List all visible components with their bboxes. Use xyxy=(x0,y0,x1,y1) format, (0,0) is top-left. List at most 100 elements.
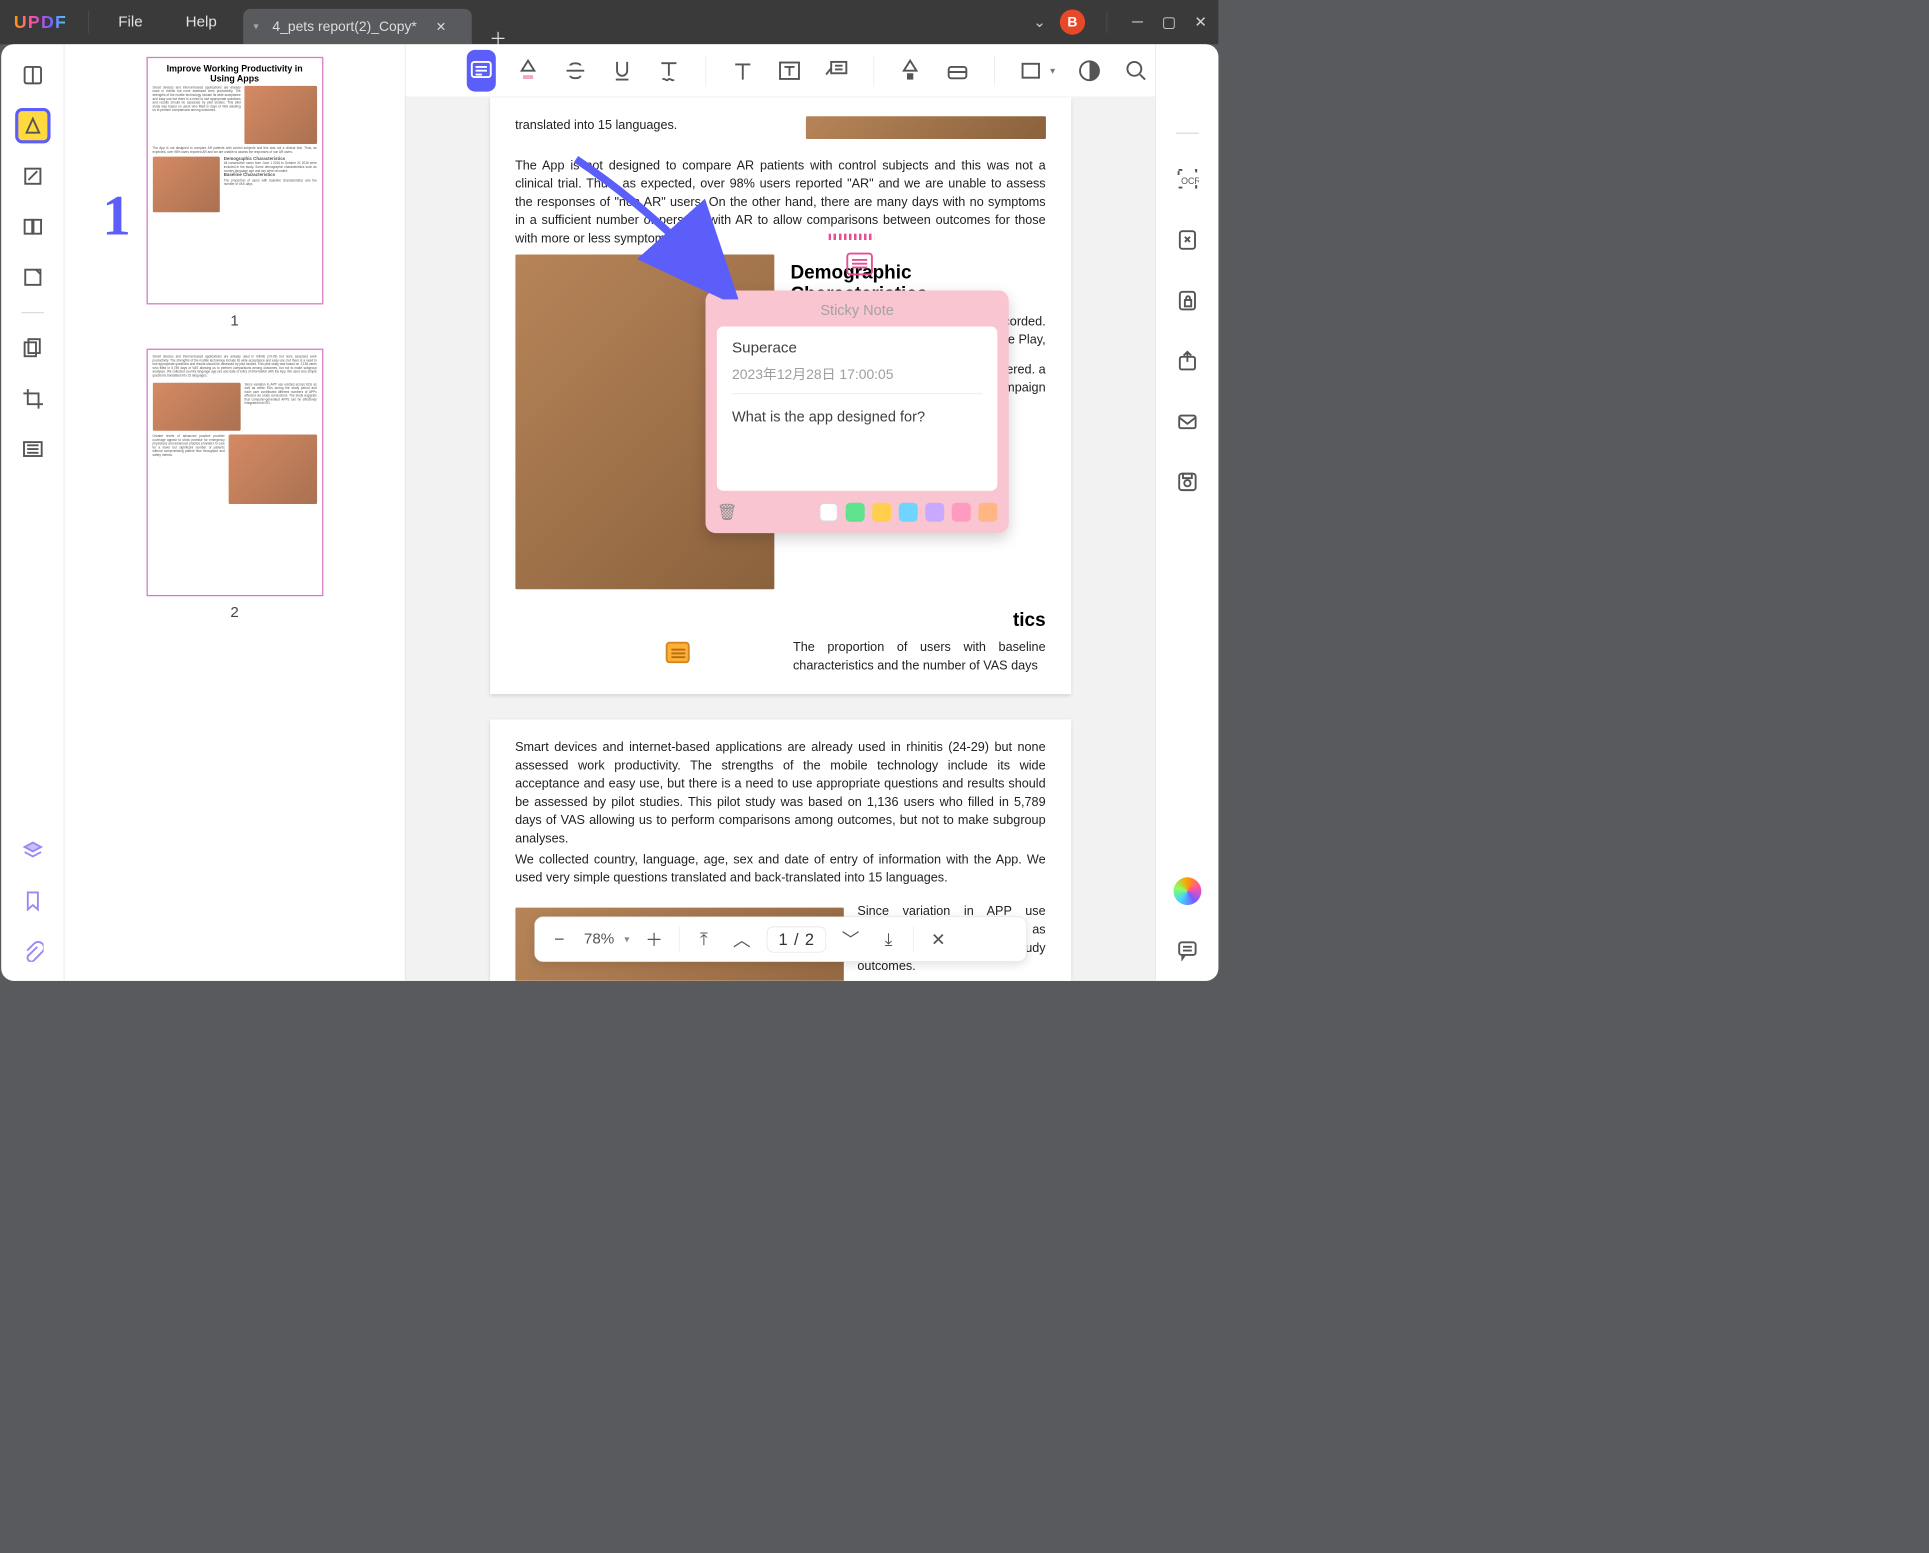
save-icon xyxy=(1176,471,1199,494)
sticky-content[interactable]: What is the app designed for? xyxy=(732,408,982,425)
ai-assistant-button[interactable] xyxy=(1173,877,1201,905)
user-avatar[interactable]: B xyxy=(1060,9,1085,34)
lock-file-icon xyxy=(1176,289,1199,312)
sticky-note-marker-icon[interactable] xyxy=(666,642,690,663)
stamp-button[interactable] xyxy=(1077,51,1102,89)
swatch-pink[interactable] xyxy=(952,502,971,521)
search-button[interactable] xyxy=(1124,51,1149,89)
zoom-out-button[interactable]: − xyxy=(546,926,573,953)
reader-mode-button[interactable] xyxy=(17,59,49,91)
swatch-blue[interactable] xyxy=(899,502,918,521)
window-minimize-icon[interactable]: ─ xyxy=(1129,13,1147,31)
body-text: We collected country, language, age, sex… xyxy=(515,851,1046,888)
page-thumbnail-1[interactable]: Improve Working Productivity in Using Ap… xyxy=(146,57,323,305)
shape-dropdown-icon[interactable]: ▾ xyxy=(1050,64,1055,77)
textbox-button[interactable] xyxy=(777,51,802,89)
sticky-note-popup[interactable]: Sticky Note Superace 2023年12月28日 17:00:0… xyxy=(705,291,1008,534)
pencil-icon xyxy=(898,58,923,83)
app-frame: Improve Working Productivity in Using Ap… xyxy=(1,44,1218,981)
page-organize-button[interactable] xyxy=(17,211,49,243)
page-tool-button[interactable] xyxy=(17,332,49,364)
eraser-button[interactable] xyxy=(945,51,970,89)
rectangle-icon xyxy=(1018,58,1043,83)
delete-note-button[interactable]: 🗑 xyxy=(717,502,738,522)
document-tab[interactable]: ▾ 4_pets report(2)_Copy* ✕ xyxy=(243,9,471,44)
separator xyxy=(1176,133,1199,134)
shape-button[interactable] xyxy=(1018,51,1043,89)
zoom-percent: 78% xyxy=(584,930,614,948)
pencil-button[interactable] xyxy=(898,51,923,89)
separator xyxy=(913,927,914,952)
share-button[interactable] xyxy=(1171,345,1203,377)
page-sep: / xyxy=(794,929,799,949)
highlight-button[interactable] xyxy=(516,51,541,89)
next-page-button[interactable]: ﹀ xyxy=(837,926,864,953)
body-text: The proportion of users with baseline ch… xyxy=(793,639,1046,676)
menu-help[interactable]: Help xyxy=(186,13,217,31)
window-close-icon[interactable]: ✕ xyxy=(1192,13,1210,31)
underline-button[interactable] xyxy=(609,51,634,89)
right-toolbar: OCR xyxy=(1155,44,1218,981)
stamp-icon xyxy=(1077,58,1102,83)
swatch-yellow[interactable] xyxy=(872,502,891,521)
zoom-dropdown-icon[interactable]: ▾ xyxy=(624,933,629,946)
prev-page-button[interactable]: ︿ xyxy=(729,926,756,953)
thumb-label-1: 1 xyxy=(230,312,238,330)
close-bar-button[interactable]: ✕ xyxy=(925,926,952,953)
convert-button[interactable] xyxy=(1171,224,1203,256)
color-swatches xyxy=(819,502,997,521)
window-maximize-icon[interactable]: ▢ xyxy=(1160,13,1178,31)
ocr-button[interactable]: OCR xyxy=(1171,163,1203,195)
underline-icon xyxy=(609,58,634,83)
highlighter-icon xyxy=(22,115,43,136)
sticky-note-button[interactable] xyxy=(469,51,494,89)
protect-button[interactable] xyxy=(1171,284,1203,316)
last-page-button[interactable]: ⤓ xyxy=(875,926,902,953)
swatch-purple[interactable] xyxy=(925,502,944,521)
menu-file[interactable]: File xyxy=(118,13,142,31)
page-thumbnail-2[interactable]: Smart devices and internet-based applica… xyxy=(146,349,323,597)
comment-mode-button[interactable] xyxy=(17,110,49,142)
edit-mode-button[interactable] xyxy=(17,160,49,192)
first-page-button[interactable]: ⤒ xyxy=(691,926,718,953)
callout-number-1: 1 xyxy=(102,183,130,248)
callout-button[interactable] xyxy=(824,51,849,89)
annotation-toolbar: ▾ xyxy=(405,44,1155,97)
separator xyxy=(21,312,44,313)
layers-icon xyxy=(22,839,43,860)
fill-sign-button[interactable] xyxy=(17,261,49,293)
app-logo: UPDF xyxy=(14,12,67,32)
copy-pages-icon xyxy=(22,337,43,358)
strikethrough-button[interactable] xyxy=(562,51,587,89)
crop-button[interactable] xyxy=(17,383,49,415)
page-image xyxy=(806,116,1046,139)
email-button[interactable] xyxy=(1171,405,1203,437)
save-button[interactable] xyxy=(1171,466,1203,498)
zoom-in-button[interactable]: ＋ xyxy=(641,926,668,953)
page-indicator[interactable]: 1 / 2 xyxy=(766,926,825,952)
squiggly-button[interactable] xyxy=(656,51,681,89)
swatch-green[interactable] xyxy=(846,502,865,521)
svg-text:OCR: OCR xyxy=(1181,176,1199,186)
swatch-orange[interactable] xyxy=(978,502,997,521)
mail-icon xyxy=(1176,410,1199,433)
tab-close-icon[interactable]: ✕ xyxy=(436,19,447,35)
swatch-white[interactable] xyxy=(819,502,838,521)
bookmark-button[interactable] xyxy=(17,885,49,917)
attachment-button[interactable] xyxy=(17,935,49,967)
text-button[interactable] xyxy=(730,51,755,89)
tabs-dropdown-icon[interactable]: ⌄ xyxy=(1033,13,1046,31)
zoom-level[interactable]: 78% ▾ xyxy=(584,930,630,948)
page-total: 2 xyxy=(805,929,814,949)
squiggly-icon xyxy=(656,58,681,83)
layers-button[interactable] xyxy=(17,834,49,866)
document-tab-title: 4_pets report(2)_Copy* xyxy=(272,18,416,34)
redact-button[interactable] xyxy=(17,433,49,465)
page-current: 1 xyxy=(778,929,787,949)
divider xyxy=(1107,11,1108,34)
search-icon xyxy=(1124,58,1149,83)
annotation-marker-icon[interactable] xyxy=(846,253,873,276)
crop-icon xyxy=(22,388,43,409)
comments-list-button[interactable] xyxy=(1171,934,1203,966)
page-canvas[interactable]: translated into 15 languages. The App is… xyxy=(405,97,1155,981)
